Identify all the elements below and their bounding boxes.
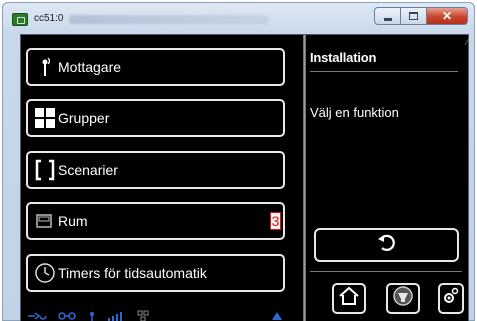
settings-button[interactable] <box>438 283 464 314</box>
menu-button-scenarier[interactable]: Scenarier <box>26 151 285 189</box>
menu-button-label: Scenarier <box>58 162 118 178</box>
divider <box>310 71 458 72</box>
menu-button-label: Timers för tidsautomatik <box>58 265 207 281</box>
menu-pane: Mottagare Grupper Scenarier Rum 3 Timers… <box>21 35 303 321</box>
maximize-icon <box>409 12 418 20</box>
minimize-icon <box>383 17 392 21</box>
menu-button-label: Grupper <box>58 110 110 126</box>
close-button[interactable]: ✕ <box>426 7 468 25</box>
resize-corner-icon: ∕ <box>466 37 468 47</box>
maximize-button[interactable] <box>400 7 426 25</box>
connection-icon <box>27 311 47 321</box>
antenna-signal-icon <box>87 311 97 321</box>
grid-icon <box>34 105 56 131</box>
antenna-icon <box>34 54 56 80</box>
app-icon <box>12 13 28 26</box>
link-icon <box>57 311 77 321</box>
home-button[interactable] <box>332 283 366 314</box>
panel-subtitle: Välj en funktion <box>310 105 399 120</box>
menu-button-timers[interactable]: Timers för tidsautomatik <box>26 254 285 292</box>
client-area: Mottagare Grupper Scenarier Rum 3 Timers… <box>20 34 469 321</box>
window-controls: ✕ <box>374 7 468 26</box>
count-badge: 3 <box>270 212 281 230</box>
menu-button-label: Mottagare <box>58 59 122 75</box>
window-title: cc51:0 <box>34 13 64 24</box>
settings-icon <box>442 286 460 311</box>
menu-button-label: Rum <box>58 213 88 229</box>
menu-button-grupper[interactable]: Grupper <box>26 99 285 137</box>
app-window: cc51:0 ✕ Mottagare Grupper Scenarier Rum… <box>2 2 475 321</box>
lamp-button[interactable] <box>386 283 420 314</box>
arrow-up-icon[interactable] <box>271 311 283 321</box>
lamp-icon <box>392 285 414 312</box>
menu-button-mottagare[interactable]: Mottagare <box>26 48 285 86</box>
menu-button-rum[interactable]: Rum 3 <box>26 202 285 240</box>
back-icon <box>376 233 398 258</box>
network-icon <box>137 310 149 321</box>
divider <box>310 271 462 272</box>
room-icon <box>34 208 56 234</box>
title-bar-blurred-area <box>69 15 269 24</box>
status-bar <box>21 309 303 321</box>
panel-title: Installation <box>310 50 377 65</box>
installation-panel: ∕ Installation Välj en funktion <box>306 35 470 321</box>
clock-icon <box>34 260 56 286</box>
close-icon: ✕ <box>441 9 453 23</box>
title-bar[interactable]: cc51:0 ✕ <box>3 3 474 33</box>
back-button[interactable] <box>314 228 459 262</box>
minimize-button[interactable] <box>374 7 400 25</box>
home-icon <box>338 286 360 311</box>
brackets-icon <box>34 157 56 183</box>
signal-bars-icon <box>107 311 127 321</box>
